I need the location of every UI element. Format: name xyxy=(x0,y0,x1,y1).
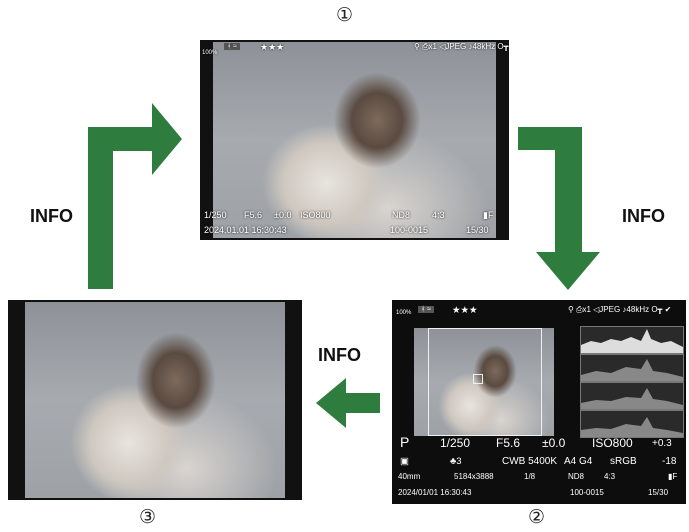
rating-stars: ★★★ xyxy=(452,305,478,316)
jpeg-label: ◁JPEG xyxy=(439,42,467,51)
exposure-comp: ±0.0 xyxy=(274,210,292,220)
iso: ISO800 xyxy=(300,210,331,220)
location-icon: ⚲ xyxy=(414,42,420,51)
histogram-blue xyxy=(580,410,684,438)
zoom-frame xyxy=(428,328,542,436)
histogram-red xyxy=(580,354,684,382)
nd-exposure: 1/8 xyxy=(524,472,536,481)
aperture: F5.6 xyxy=(244,210,263,220)
mode: P xyxy=(400,434,410,450)
quality: ▮F xyxy=(483,210,494,220)
screen-1: 100% ᚼ ≈ ★★★ ⚲ ⎙x1 ◁JPEG ♪48kHz O┳ ✔ 1/2… xyxy=(200,40,509,240)
print-icon: ⎙x1 xyxy=(422,42,437,51)
protect-icon: O┳ xyxy=(497,42,509,51)
battery-indicator: 100% xyxy=(396,310,412,316)
nd-filter: ND8 xyxy=(568,472,585,481)
frame-count: 15/30 xyxy=(648,488,669,497)
histogram-luma xyxy=(580,326,684,354)
aspect-value: -18 xyxy=(662,456,677,467)
photo-3 xyxy=(25,302,285,498)
aspect-ratio: 4:3 xyxy=(432,210,445,220)
wb-compensation: A4 G4 xyxy=(564,456,593,467)
audio-label: ♪48kHz xyxy=(468,42,496,51)
image-size: 5184x3888 xyxy=(454,472,494,481)
frame-count: 15/30 xyxy=(466,225,489,235)
file-number: 100-0015 xyxy=(390,225,429,235)
picture-mode: ♣3 xyxy=(450,456,462,467)
screen-2: 100% ᚼ ≈ ★★★ ⚲ ⎙x1 ◁JPEG ♪48kHz O┳ ✔ P 1… xyxy=(392,300,686,504)
metering: ▣ xyxy=(400,456,409,467)
exposure-comp: ±0.0 xyxy=(542,436,566,450)
battery-indicator: 100% xyxy=(202,50,218,56)
aspect-ratio: 4:3 xyxy=(604,472,616,481)
wifi-badge: ᚼ ≈ xyxy=(224,43,240,50)
color-space: sRGB xyxy=(610,456,637,467)
wifi-badge: ᚼ ≈ xyxy=(418,306,434,313)
histogram-green xyxy=(580,382,684,410)
flash-comp: +0.3 xyxy=(652,438,672,449)
screen-3 xyxy=(8,300,302,500)
shutter-speed: 1/250 xyxy=(440,436,471,450)
quality: ▮F xyxy=(668,472,678,481)
aperture: F5.6 xyxy=(496,436,521,450)
top-right-icons: ⚲ ⎙x1 ◁JPEG ♪48kHz O┳ ✔ xyxy=(568,305,672,314)
white-balance: CWB 5400K xyxy=(502,456,558,467)
top-right-icons: ⚲ ⎙x1 ◁JPEG ♪48kHz O┳ ✔ xyxy=(414,42,509,52)
iso: ISO800 xyxy=(592,436,633,450)
focal-length: 40mm xyxy=(398,472,421,481)
datetime: 2024.01.01 16:30:43 xyxy=(204,225,287,235)
focus-point xyxy=(473,374,483,384)
nd-filter: ND8 xyxy=(392,210,411,220)
shutter-speed: 1/250 xyxy=(204,210,227,220)
file-number: 100-0015 xyxy=(570,488,604,497)
datetime: 2024/01/01 16:30:43 xyxy=(398,488,472,497)
photo-1 xyxy=(213,42,496,238)
rating-stars: ★★★ xyxy=(260,42,285,52)
